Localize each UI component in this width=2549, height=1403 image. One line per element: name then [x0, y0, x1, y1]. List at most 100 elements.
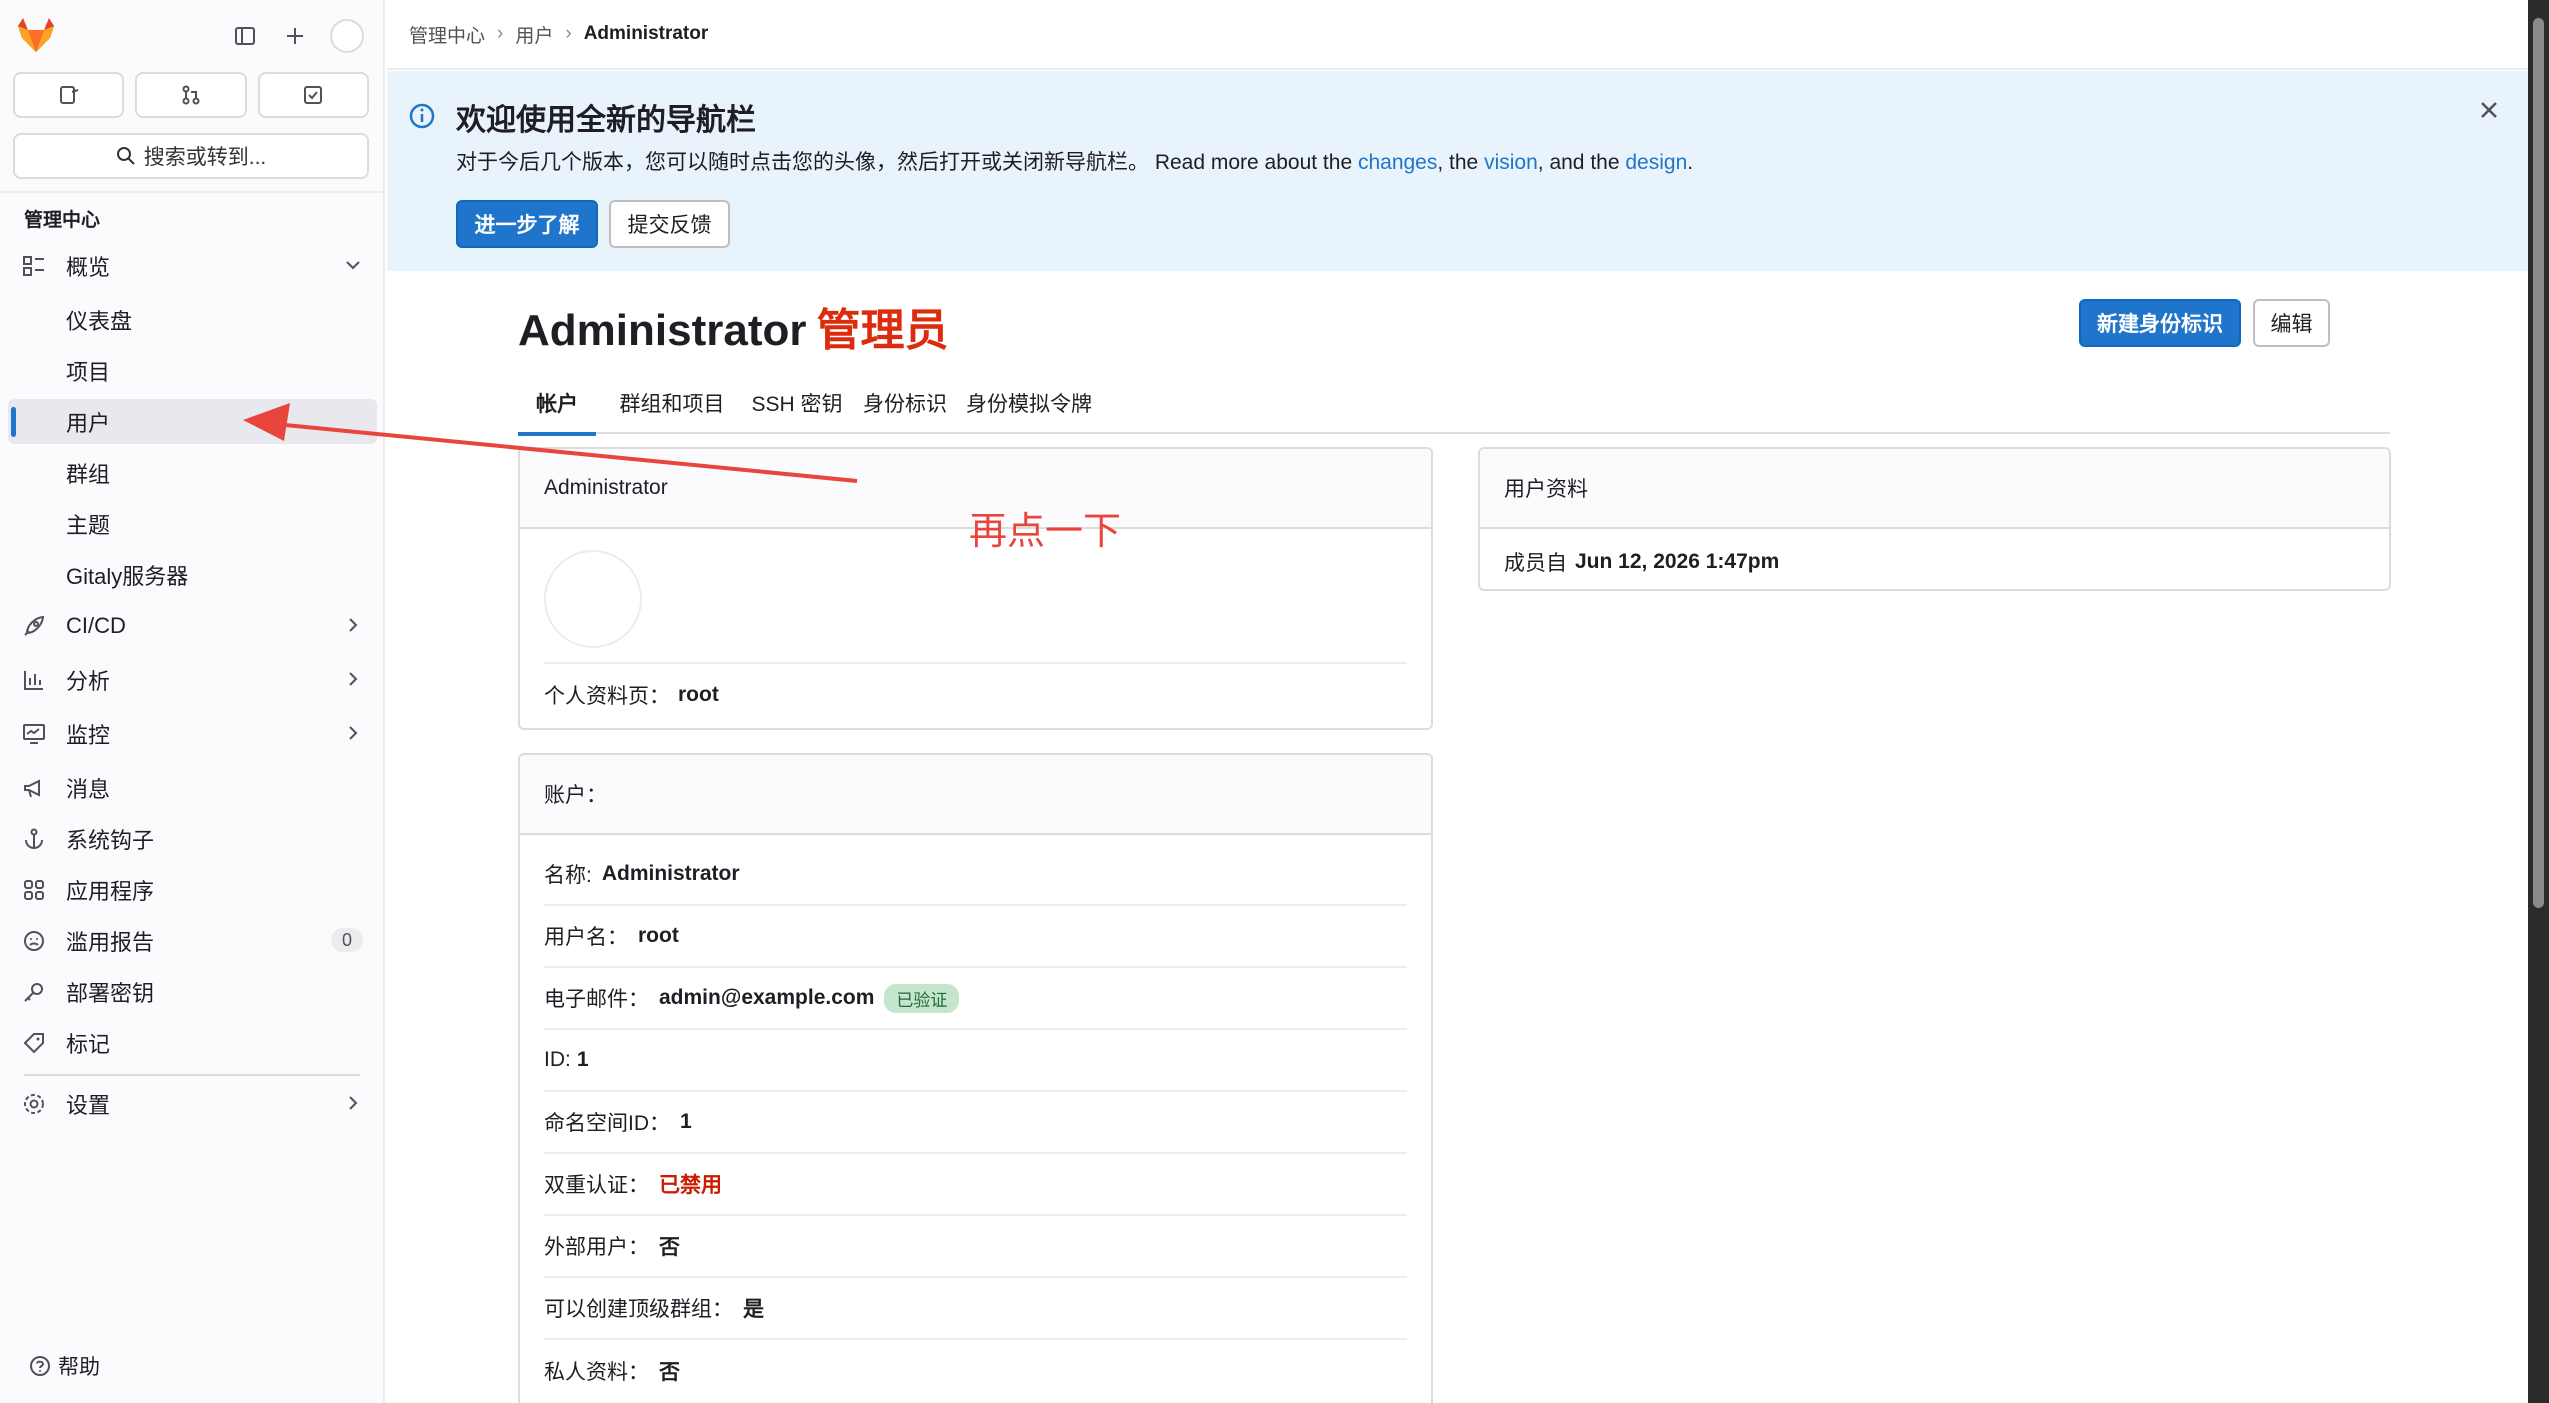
chevron-right-icon [349, 672, 358, 686]
profile-page-link[interactable]: root [678, 683, 719, 707]
sidebar-item-label: 设置 [66, 1092, 111, 1118]
sidebar: 搜索或转到... 管理中心 概览 仪表盘 项目 用户 群组 主题 Gitaly服… [0, 0, 385, 1403]
design-link[interactable]: design [1625, 151, 1687, 174]
page-scrollbar[interactable] [2528, 0, 2549, 1403]
profile-page-row: 个人资料页： root [544, 679, 719, 711]
sidebar-item-deploy-keys[interactable]: 部署密钥 [8, 969, 377, 1014]
sidebar-item-dashboard[interactable]: 仪表盘 [8, 297, 377, 342]
sidebar-item-label: 分析 [66, 668, 111, 694]
profile-page-label: 个人资料页： [544, 685, 670, 708]
issues-button[interactable] [13, 72, 125, 118]
account-row-external: 外部用户： 否 [544, 1216, 1407, 1278]
sidebar-item-label: 部署密钥 [66, 980, 155, 1006]
sidebar-item-label: 仪表盘 [66, 308, 133, 334]
sidebar-item-analytics[interactable]: 分析 [8, 657, 377, 702]
search-button[interactable]: 搜索或转到... [13, 133, 369, 179]
merge-requests-button[interactable] [135, 72, 247, 118]
changes-link[interactable]: changes [1358, 151, 1437, 174]
account-row-username: 用户名： root [544, 906, 1407, 968]
issues-icon [59, 86, 78, 104]
user-info-card: 用户资料 成员自 Jun 12, 2026 1:47pm [1478, 447, 2391, 591]
sidebar-item-system-hooks[interactable]: 系统钩子 [8, 816, 377, 861]
member-since-label: 成员自 [1504, 552, 1567, 575]
breadcrumb-admin-area[interactable]: 管理中心 [409, 21, 485, 48]
breadcrumb: 管理中心 › 用户 › Administrator [387, 0, 2528, 70]
breadcrumb-separator: › [565, 23, 572, 44]
scrollbar-thumb[interactable] [2533, 18, 2544, 908]
sidebar-item-applications[interactable]: 应用程序 [8, 867, 377, 912]
private-profile-value: 否 [659, 1361, 680, 1384]
info-icon [409, 103, 435, 129]
sidebar-toggle-icon[interactable] [229, 20, 261, 52]
banner-text-mid1: , the [1437, 151, 1485, 174]
sidebar-item-label: 主题 [66, 512, 111, 538]
sidebar-item-gitaly[interactable]: Gitaly服务器 [8, 552, 377, 597]
id-label: ID: [544, 1048, 571, 1071]
sidebar-item-monitoring[interactable]: 监控 [8, 711, 377, 756]
tab-identities[interactable]: 身份标识 [862, 372, 948, 434]
edit-button[interactable]: 编辑 [2253, 299, 2330, 347]
breadcrumb-current[interactable]: Administrator [584, 23, 709, 45]
new-identity-button[interactable]: 新建身份标识 [2079, 299, 2241, 347]
feedback-button[interactable]: 提交反馈 [609, 200, 730, 248]
vision-link[interactable]: vision [1484, 151, 1538, 174]
tab-groups-projects[interactable]: 群组和项目 [612, 372, 732, 434]
rocket-icon [24, 615, 45, 636]
sidebar-item-cicd[interactable]: CI/CD [8, 603, 377, 648]
sidebar-item-label: CI/CD [66, 612, 126, 638]
sidebar-item-users[interactable]: 用户 [8, 399, 377, 444]
sidebar-separator [24, 1074, 360, 1076]
external-label: 外部用户： [544, 1236, 649, 1259]
sidebar-item-label: 项目 [66, 359, 111, 385]
anchor-icon [25, 828, 43, 850]
account-card: 账户： 名称: Administrator 用户名： root 电子邮件： admin… [518, 753, 1433, 1403]
sidebar-section-title: 管理中心 [24, 210, 101, 231]
admin-role-label: 管理员 [816, 306, 949, 355]
close-icon[interactable] [2475, 96, 2503, 124]
external-value: 否 [659, 1236, 680, 1259]
gitlab-logo-icon[interactable] [16, 16, 56, 54]
twofa-label: 双重认证： [544, 1174, 649, 1197]
breadcrumb-separator: › [497, 23, 504, 44]
user-tabs: 帐户 群组和项目 SSH 密钥 身份标识 身份模拟令牌 [518, 372, 2390, 436]
sidebar-item-settings[interactable]: 设置 [8, 1081, 377, 1126]
bullhorn-icon [24, 779, 40, 798]
sidebar-item-abuse-reports[interactable]: 滥用报告 0 [8, 918, 377, 963]
chevron-right-icon [349, 726, 358, 740]
tab-account[interactable]: 帐户 [518, 372, 596, 436]
user-avatar[interactable] [330, 19, 364, 53]
email-value[interactable]: admin@example.com [659, 986, 874, 1010]
sidebar-item-topics[interactable]: 主题 [8, 501, 377, 546]
learn-more-button[interactable]: 进一步了解 [456, 200, 598, 248]
sidebar-item-groups[interactable]: 群组 [8, 450, 377, 495]
monitor-icon [23, 724, 45, 744]
tab-impersonation-tokens[interactable]: 身份模拟令牌 [964, 372, 1094, 434]
apps-icon [24, 880, 44, 900]
sidebar-item-labels[interactable]: 标记 [8, 1020, 377, 1065]
label-icon [23, 1033, 44, 1054]
help-button[interactable]: 帮助 [28, 1351, 100, 1381]
breadcrumb-users[interactable]: 用户 [515, 21, 553, 48]
overview-icon [23, 256, 44, 276]
sidebar-divider [0, 191, 385, 193]
search-label: 搜索或转到... [143, 146, 267, 169]
merge-request-icon [182, 85, 200, 105]
account-row-name: 名称: Administrator [544, 844, 1407, 906]
chevron-right-icon [349, 618, 358, 632]
user-info-card-header: 用户资料 [1480, 449, 2389, 529]
abuse-count-badge: 0 [331, 928, 363, 952]
sidebar-item-messages[interactable]: 消息 [8, 765, 377, 810]
tab-ssh-keys[interactable]: SSH 密钥 [750, 372, 844, 434]
plus-icon[interactable] [279, 20, 311, 52]
sidebar-item-label: 监控 [66, 722, 111, 748]
account-row-2fa: 双重认证： 已禁用 [544, 1154, 1407, 1216]
verified-badge: 已验证 [884, 983, 960, 1013]
sidebar-item-label: 用户 [66, 410, 111, 436]
account-card-header: 账户： [520, 755, 1431, 835]
todos-button[interactable] [257, 72, 369, 118]
sidebar-quick-buttons [13, 72, 369, 118]
sidebar-item-overview[interactable]: 概览 [8, 243, 377, 288]
username-value: root [638, 924, 679, 947]
sidebar-item-projects[interactable]: 项目 [8, 348, 377, 393]
account-row-email: 电子邮件： admin@example.com 已验证 [544, 968, 1407, 1030]
